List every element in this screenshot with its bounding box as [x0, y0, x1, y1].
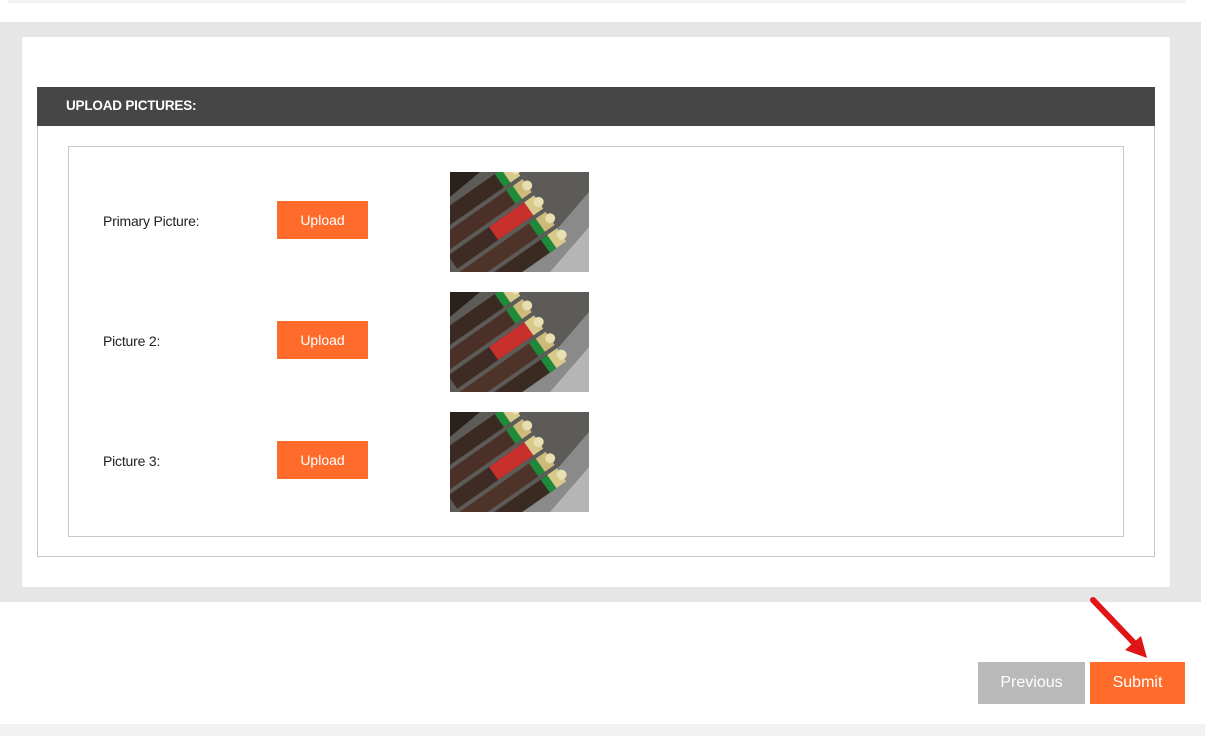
upload-button[interactable]: Upload [277, 201, 368, 239]
picture-thumbnail [450, 292, 589, 392]
picture-thumbnail [450, 412, 589, 512]
picture-row-primary: Primary Picture: Upload [69, 172, 1123, 272]
upload-pictures-section: UPLOAD PICTURES: Primary Picture: Upload… [37, 87, 1155, 557]
previous-button[interactable]: Previous [978, 662, 1085, 704]
form-panel: UPLOAD PICTURES: Primary Picture: Upload… [0, 22, 1201, 602]
section-title: UPLOAD PICTURES: [37, 87, 1155, 126]
picture-thumbnail [450, 172, 589, 272]
shotgun-shells-image [450, 412, 589, 512]
picture-label: Picture 2: [103, 333, 161, 349]
red-arrow-icon [1090, 597, 1147, 658]
top-divider [8, 0, 1186, 3]
picture-row-2: Picture 2: Upload [69, 292, 1123, 392]
page: UPLOAD PICTURES: Primary Picture: Upload… [0, 0, 1205, 736]
pictures-list: Primary Picture: Upload Picture 2: Uploa… [68, 146, 1124, 537]
bottom-divider [0, 724, 1205, 736]
picture-row-3: Picture 3: Upload [69, 412, 1123, 512]
upload-button[interactable]: Upload [277, 321, 368, 359]
upload-button[interactable]: Upload [277, 441, 368, 479]
shotgun-shells-image [450, 292, 589, 392]
picture-label: Primary Picture: [103, 213, 200, 229]
submit-button[interactable]: Submit [1090, 662, 1185, 704]
shotgun-shells-image [450, 172, 589, 272]
form-card: UPLOAD PICTURES: Primary Picture: Upload… [22, 37, 1170, 587]
picture-label: Picture 3: [103, 453, 161, 469]
